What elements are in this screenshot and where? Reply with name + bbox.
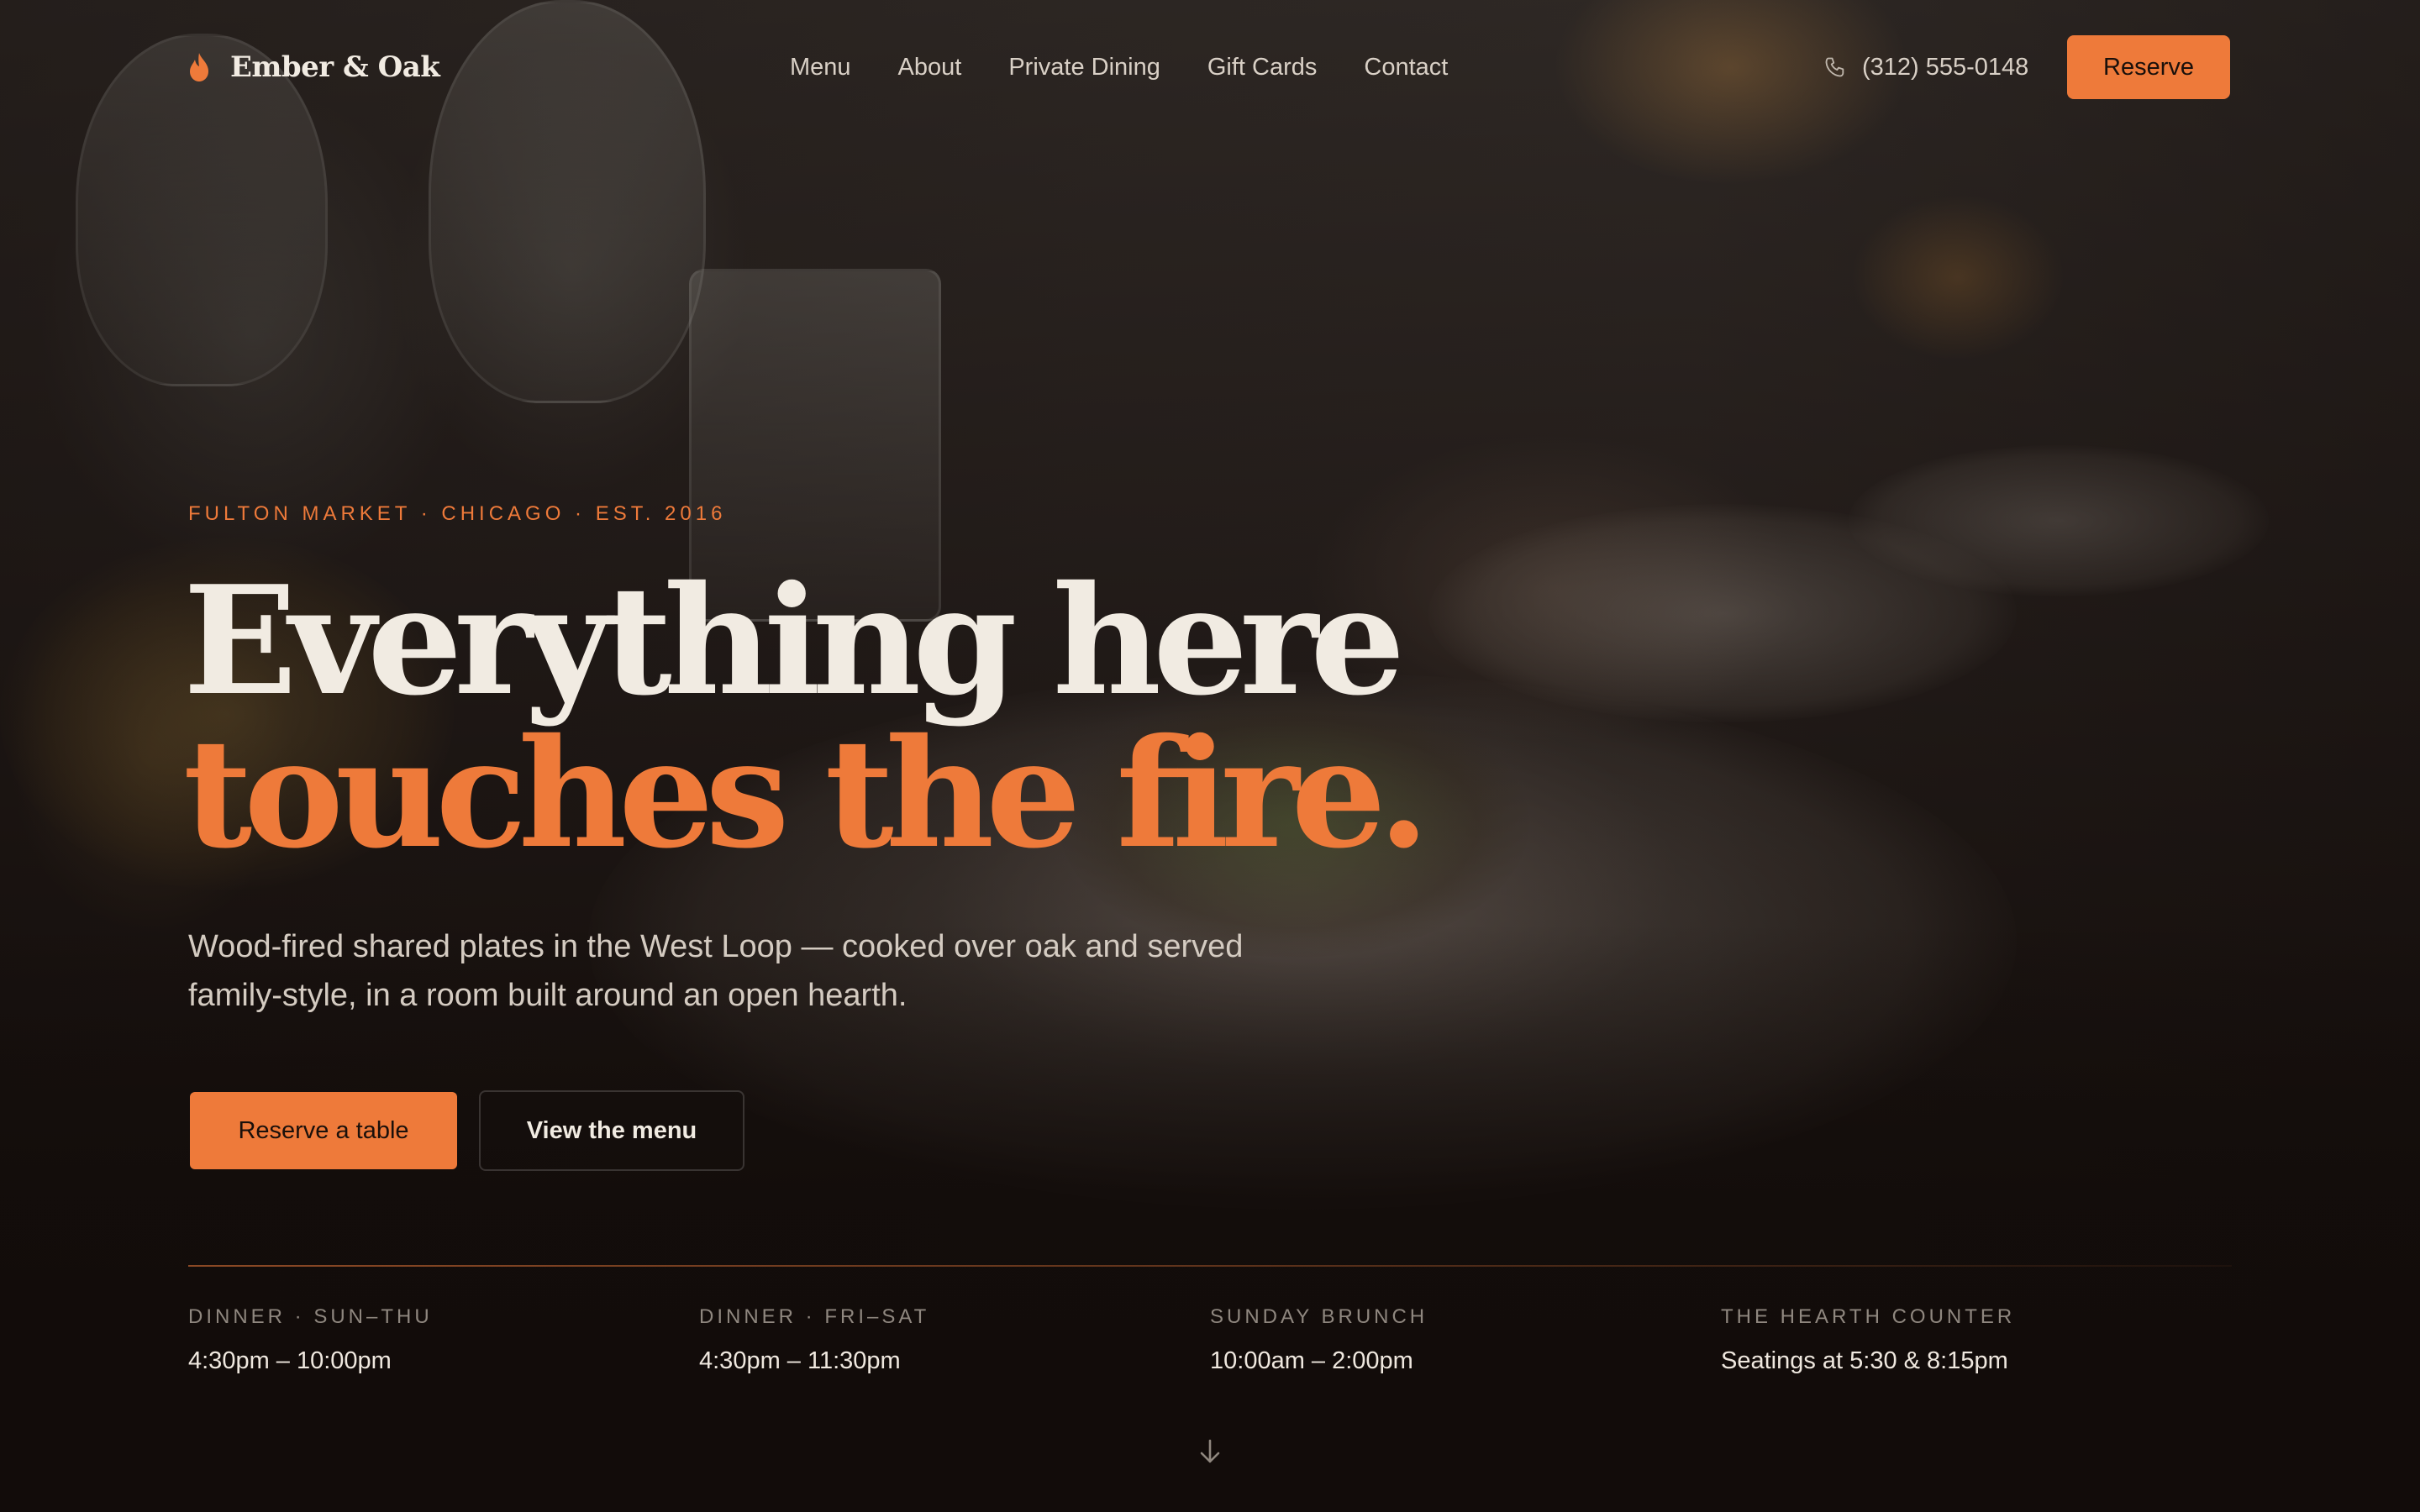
nav-link-contact[interactable]: Contact [1364, 54, 1448, 81]
hero-description: Wood-fired shared plates in the West Loo… [188, 929, 1244, 1013]
top-nav: Ember & Oak Menu About Private Dining Gi… [0, 0, 2420, 134]
hours-item: DINNER · SUN–THU 4:30pm – 10:00pm [188, 1305, 699, 1375]
phone-icon [1825, 57, 1844, 77]
hours-item: THE HEARTH COUNTER Seatings at 5:30 & 8:… [1721, 1305, 2232, 1375]
hours-value: 10:00am – 2:00pm [1210, 1347, 1413, 1374]
brand-logo-link[interactable]: Ember & Oak [188, 44, 440, 91]
hours-value: Seatings at 5:30 & 8:15pm [1721, 1347, 2008, 1374]
phone-number: (312) 555-0148 [1862, 53, 2029, 81]
hero-headline: Everything here touches the fire. [183, 553, 1430, 881]
nav-link-private-dining[interactable]: Private Dining [1008, 54, 1160, 81]
hours-label: DINNER · FRI–SAT [699, 1305, 930, 1328]
hours-label: DINNER · SUN–THU [188, 1305, 433, 1328]
hours-list: DINNER · SUN–THU 4:30pm – 10:00pm DINNER… [188, 1305, 2232, 1375]
nav-links: Menu About Private Dining Gift Cards Con… [790, 47, 1448, 87]
phone-link[interactable]: (312) 555-0148 [1823, 47, 2028, 87]
divider [188, 1265, 2232, 1267]
nav-link-about[interactable]: About [898, 54, 962, 81]
hours-item: SUNDAY BRUNCH 10:00am – 2:00pm [1210, 1305, 1721, 1375]
headline-line-1: Everything here [183, 553, 1405, 728]
headline-line-2: touches the fire. [183, 706, 1430, 881]
hours-value: 4:30pm – 10:00pm [188, 1347, 392, 1374]
hours-value: 4:30pm – 11:30pm [699, 1347, 901, 1374]
hours-item: DINNER · FRI–SAT 4:30pm – 11:30pm [699, 1305, 1210, 1375]
hours-label: THE HEARTH COUNTER [1721, 1305, 2016, 1328]
arrow-down-icon[interactable] [1195, 1436, 1225, 1467]
nav-link-menu[interactable]: Menu [790, 54, 851, 81]
flame-icon [190, 53, 208, 81]
view-menu-button[interactable]: View the menu [479, 1090, 744, 1171]
hero-section: Ember & Oak Menu About Private Dining Gi… [0, 0, 2420, 1512]
reserve-button[interactable]: Reserve [2067, 35, 2230, 99]
nav-link-gift-cards[interactable]: Gift Cards [1207, 54, 1318, 81]
reserve-table-button[interactable]: Reserve a table [190, 1092, 457, 1169]
brand-name: Ember & Oak [230, 50, 440, 84]
hero-eyebrow: FULTON MARKET · CHICAGO · EST. 2016 [188, 502, 727, 525]
hours-label: SUNDAY BRUNCH [1210, 1305, 1428, 1328]
